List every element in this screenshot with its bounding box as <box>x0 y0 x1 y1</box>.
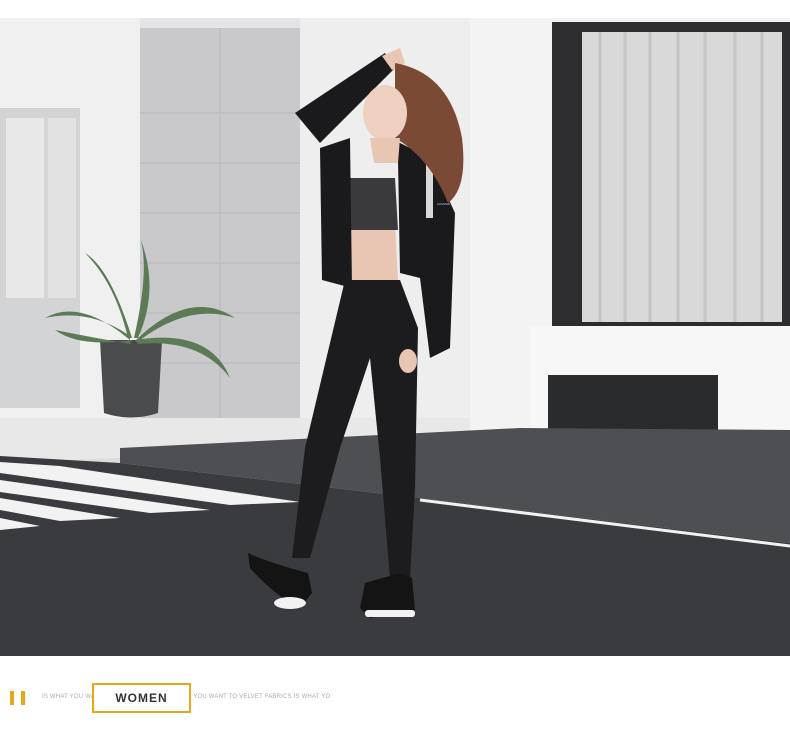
face <box>363 85 407 141</box>
women-label: WOMEN <box>115 691 168 705</box>
pause-bars-icon <box>10 691 30 705</box>
women-label-box: WOMEN <box>92 683 191 713</box>
caption-bar: IS WHAT YOU WANT TO VELVET FABRIC IS WHA… <box>0 672 790 722</box>
brand-patch: ACNMHD <box>437 202 451 206</box>
curtain <box>582 32 782 322</box>
midriff <box>345 223 398 280</box>
planter-pot <box>100 340 162 418</box>
jacket-left <box>320 138 352 288</box>
lifestyle-photo: ACNMHD <box>0 18 790 656</box>
bench <box>548 375 718 437</box>
sports-bra <box>345 178 398 230</box>
